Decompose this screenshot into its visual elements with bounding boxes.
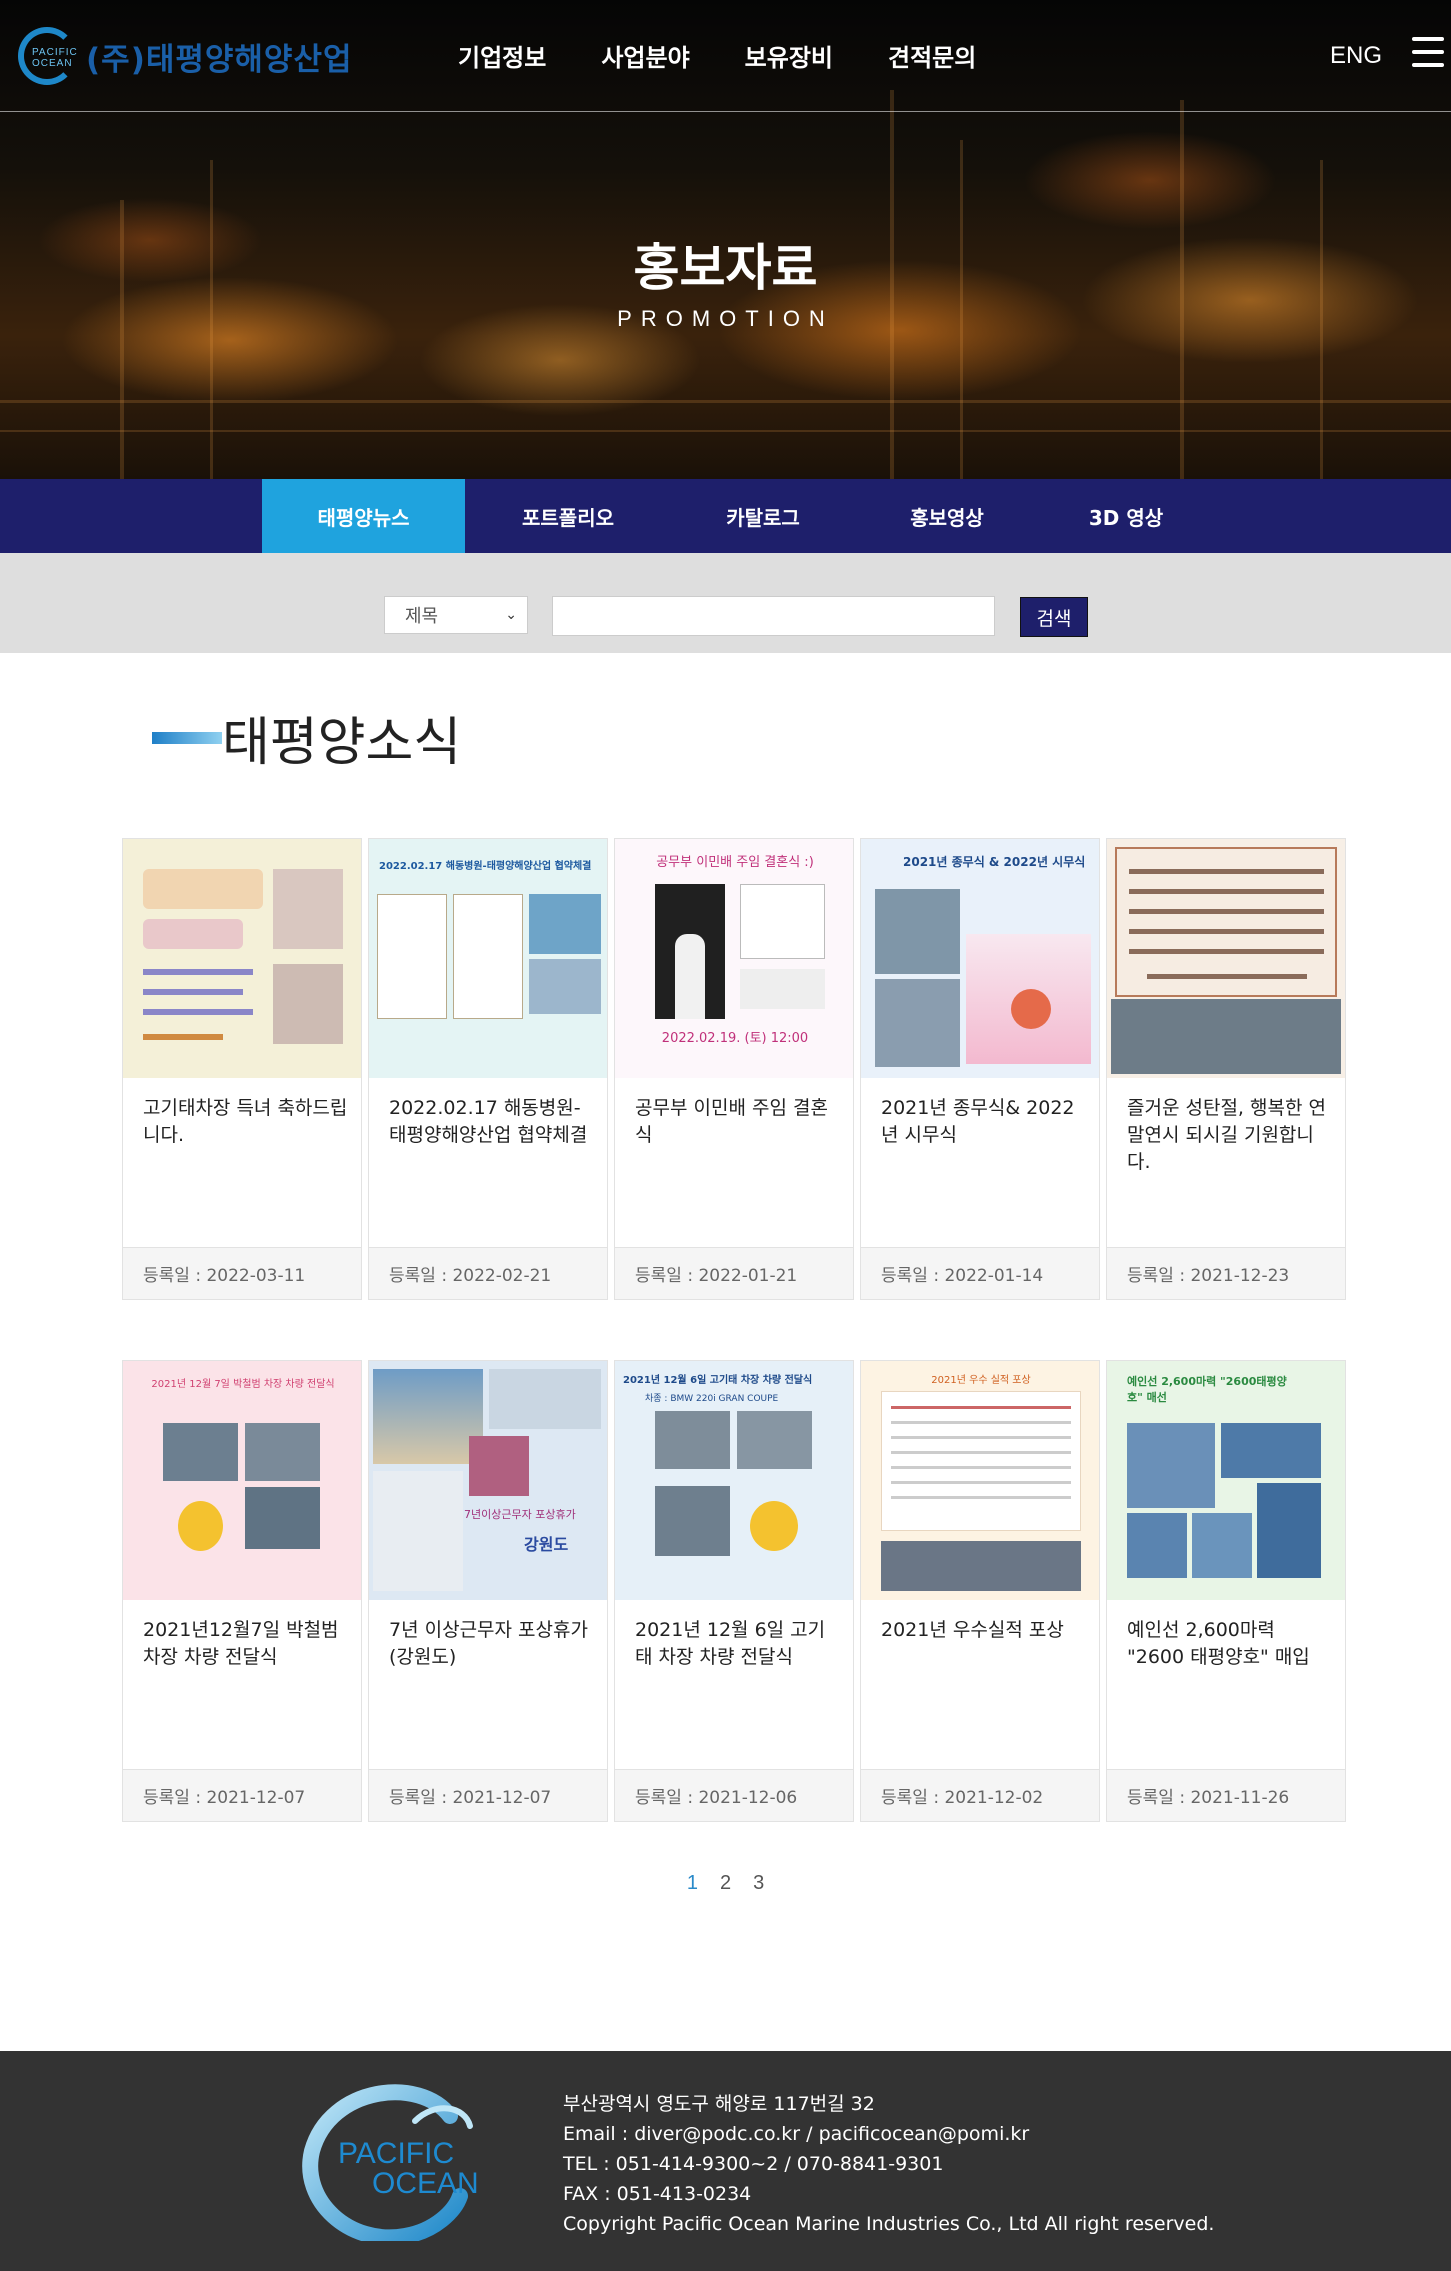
footer-tel: TEL : 051-414-9300~2 / 070-8841-9301	[563, 2153, 944, 2175]
page-link-3[interactable]: 3	[753, 1872, 764, 1895]
post-thumbnail	[1107, 839, 1345, 1078]
post-date: 등록일 : 2021-11-26	[1107, 1769, 1345, 1821]
post-date: 등록일 : 2021-12-07	[369, 1769, 607, 1821]
thumb-heading: 2021년 우수 실적 포상	[931, 1375, 1031, 1386]
tab-portfolio[interactable]: 포트폴리오	[465, 479, 671, 553]
search-input[interactable]	[552, 596, 995, 636]
post-date: 등록일 : 2022-03-11	[123, 1247, 361, 1299]
post-title: 즐거운 성탄절, 행복한 연말연시 되시길 기원합니다.	[1127, 1097, 1326, 1173]
search-bar: 제목 ⌄ 검색	[0, 553, 1451, 653]
post-card[interactable]: 즐거운 성탄절, 행복한 연말연시 되시길 기원합니다. 등록일 : 2021-…	[1106, 838, 1346, 1300]
post-title: 2022.02.17 해동병원-태평양해양산업 협약체결	[389, 1097, 588, 1146]
post-card[interactable]: 고기태차장 득녀 축하드립니다. 등록일 : 2022-03-11	[122, 838, 362, 1300]
post-card[interactable]: 2021년 12월 7일 박철범 차장 차량 전달식 2021년12월7일 박철…	[122, 1360, 362, 1822]
page-link-1[interactable]: 1	[687, 1872, 698, 1895]
post-title: 2021년 우수실적 포상	[881, 1619, 1064, 1641]
footer-logo: PACIFIC OCEAN	[302, 2084, 479, 2241]
thumb-heading: 2021년 12월 7일 박철범 차장 차량 전달식	[151, 1379, 335, 1390]
footer-info: 부산광역시 영도구 해양로 117번길 32 Email : diver@pod…	[563, 2089, 1214, 2239]
post-card[interactable]: 공무부 이민배 주임 결혼식 :) 2022.02.19. (토) 12:00 …	[614, 838, 854, 1300]
site-footer: PACIFIC OCEAN 부산광역시 영도구 해양로 117번길 32 Ema…	[0, 2051, 1451, 2271]
section-heading: 태평양소식	[152, 700, 461, 775]
post-date: 등록일 : 2022-02-21	[369, 1247, 607, 1299]
tab-pacific-news[interactable]: 태평양뉴스	[262, 479, 465, 553]
main-nav: 기업정보 사업분야 보유장비 견적문의	[458, 38, 976, 73]
site-logo[interactable]: PACIFIC OCEAN (주)태평양해양산업	[18, 24, 353, 88]
tab-catalog[interactable]: 카탈로그	[671, 479, 855, 553]
post-date: 등록일 : 2021-12-06	[615, 1769, 853, 1821]
post-title: 7년 이상근무자 포상휴가(강원도)	[389, 1619, 588, 1668]
chevron-down-icon: ⌄	[505, 607, 517, 623]
section-title: 태평양소식	[222, 713, 462, 773]
footer-fax: FAX : 051-413-0234	[563, 2183, 752, 2205]
post-date: 등록일 : 2021-12-23	[1107, 1247, 1345, 1299]
thumb-heading: 공무부 이민배 주임 결혼식 :)	[656, 855, 814, 870]
nav-quote-inquiry[interactable]: 견적문의	[888, 38, 976, 73]
nav-equipment[interactable]: 보유장비	[745, 38, 833, 73]
post-title: 예인선 2,600마력 "2600 태평양호" 매입	[1127, 1619, 1310, 1668]
post-thumbnail: 2021년 12월 7일 박철범 차장 차량 전달식	[123, 1361, 361, 1600]
post-card[interactable]: 2021년 12월 6일 고기태 차장 차량 전달식 차종 : BMW 220i…	[614, 1360, 854, 1822]
top-navigation: PACIFIC OCEAN (주)태평양해양산업 기업정보 사업분야 보유장비 …	[0, 0, 1451, 112]
post-date: 등록일 : 2022-01-14	[861, 1247, 1099, 1299]
search-field-select[interactable]: 제목 ⌄	[384, 596, 528, 634]
post-title: 2021년12월7일 박철범 차장 차량 전달식	[143, 1619, 339, 1668]
post-title: 2021년 종무식& 2022년 시무식	[881, 1097, 1075, 1146]
post-title: 공무부 이민배 주임 결혼식	[635, 1097, 828, 1146]
logo-mark-text: PACIFIC OCEAN	[32, 47, 78, 69]
footer-email: Email : diver@podc.co.kr / pacificocean@…	[563, 2123, 1030, 2145]
page-link-2[interactable]: 2	[720, 1872, 731, 1895]
footer-logo-line1: PACIFIC	[338, 2137, 454, 2170]
footer-address: 부산광역시 영도구 해양로 117번길 32	[563, 2093, 875, 2115]
nav-business-area[interactable]: 사업분야	[601, 38, 689, 73]
post-date: 등록일 : 2021-12-02	[861, 1769, 1099, 1821]
sub-tab-bar: 태평양뉴스 포트폴리오 카탈로그 홍보영상 3D 영상	[0, 479, 1451, 553]
post-thumbnail	[123, 839, 361, 1078]
logo-mark: PACIFIC OCEAN	[18, 27, 78, 85]
thumb-place: 강원도	[524, 1535, 569, 1554]
thumb-date: 2022.02.19. (토) 12:00	[661, 1031, 809, 1046]
post-date: 등록일 : 2022-01-21	[615, 1247, 853, 1299]
thumb-heading: 2021년 12월 6일 고기태 차장 차량 전달식	[623, 1375, 813, 1386]
post-card[interactable]: 2021년 종무식 & 2022년 시무식 2021년 종무식& 2022년 시…	[860, 838, 1100, 1300]
nav-company-info[interactable]: 기업정보	[458, 38, 546, 73]
post-thumbnail: 예인선 2,600마력 "2600태평양호" 매선	[1107, 1361, 1345, 1600]
tab-promo-video[interactable]: 홍보영상	[855, 479, 1039, 553]
thumb-heading: 2022.02.17 해동병원-태평양해양산업 협약체결	[379, 861, 592, 872]
hero-banner: PACIFIC OCEAN (주)태평양해양산업 기업정보 사업분야 보유장비 …	[0, 0, 1451, 479]
post-card[interactable]: 예인선 2,600마력 "2600태평양호" 매선 예인선 2,600마력 "2…	[1106, 1360, 1346, 1822]
post-thumbnail: 7년이상근무자 포상휴가 강원도	[369, 1361, 607, 1600]
footer-copyright: Copyright Pacific Ocean Marine Industrie…	[563, 2213, 1215, 2235]
language-toggle[interactable]: ENG	[1330, 42, 1382, 70]
page-subtitle: PROMOTION	[617, 306, 834, 331]
post-card[interactable]: 2022.02.17 해동병원-태평양해양산업 협약체결 2022.02.17 …	[368, 838, 608, 1300]
post-thumbnail: 공무부 이민배 주임 결혼식 :) 2022.02.19. (토) 12:00	[615, 839, 853, 1078]
thumb-heading: 2021년 종무식 & 2022년 시무식	[903, 855, 1086, 869]
post-thumbnail: 2021년 종무식 & 2022년 시무식	[861, 839, 1099, 1078]
post-thumbnail: 2021년 12월 6일 고기태 차장 차량 전달식 차종 : BMW 220i…	[615, 1361, 853, 1600]
logo-text: (주)태평양해양산업	[86, 41, 353, 78]
heading-accent-bar	[152, 731, 222, 744]
post-card[interactable]: 7년이상근무자 포상휴가 강원도 7년 이상근무자 포상휴가(강원도) 등록일 …	[368, 1360, 608, 1822]
post-thumbnail: 2021년 우수 실적 포상	[861, 1361, 1099, 1600]
search-button[interactable]: 검색	[1020, 597, 1088, 637]
post-date: 등록일 : 2021-12-07	[123, 1769, 361, 1821]
page-title: 홍보자료	[633, 239, 818, 297]
pagination: 1 2 3	[0, 1872, 1451, 1895]
thumb-subheading: 차종 : BMW 220i GRAN COUPE	[645, 1394, 779, 1404]
footer-logo-line2: OCEAN	[372, 2167, 479, 2200]
post-title: 2021년 12월 6일 고기태 차장 차량 전달식	[635, 1619, 826, 1668]
post-card[interactable]: 2021년 우수 실적 포상 2021년 우수실적 포상 등록일 : 2021-…	[860, 1360, 1100, 1822]
thumb-heading: 7년이상근무자 포상휴가	[464, 1508, 576, 1521]
post-title: 고기태차장 득녀 축하드립니다.	[143, 1097, 348, 1146]
post-thumbnail: 2022.02.17 해동병원-태평양해양산업 협약체결	[369, 839, 607, 1078]
thumb-heading: 예인선 2,600마력 "2600태평양호" 매선	[1127, 1375, 1287, 1404]
tab-3d-video[interactable]: 3D 영상	[1039, 479, 1213, 553]
menu-icon[interactable]	[1412, 37, 1444, 71]
search-select-value: 제목	[405, 606, 439, 627]
